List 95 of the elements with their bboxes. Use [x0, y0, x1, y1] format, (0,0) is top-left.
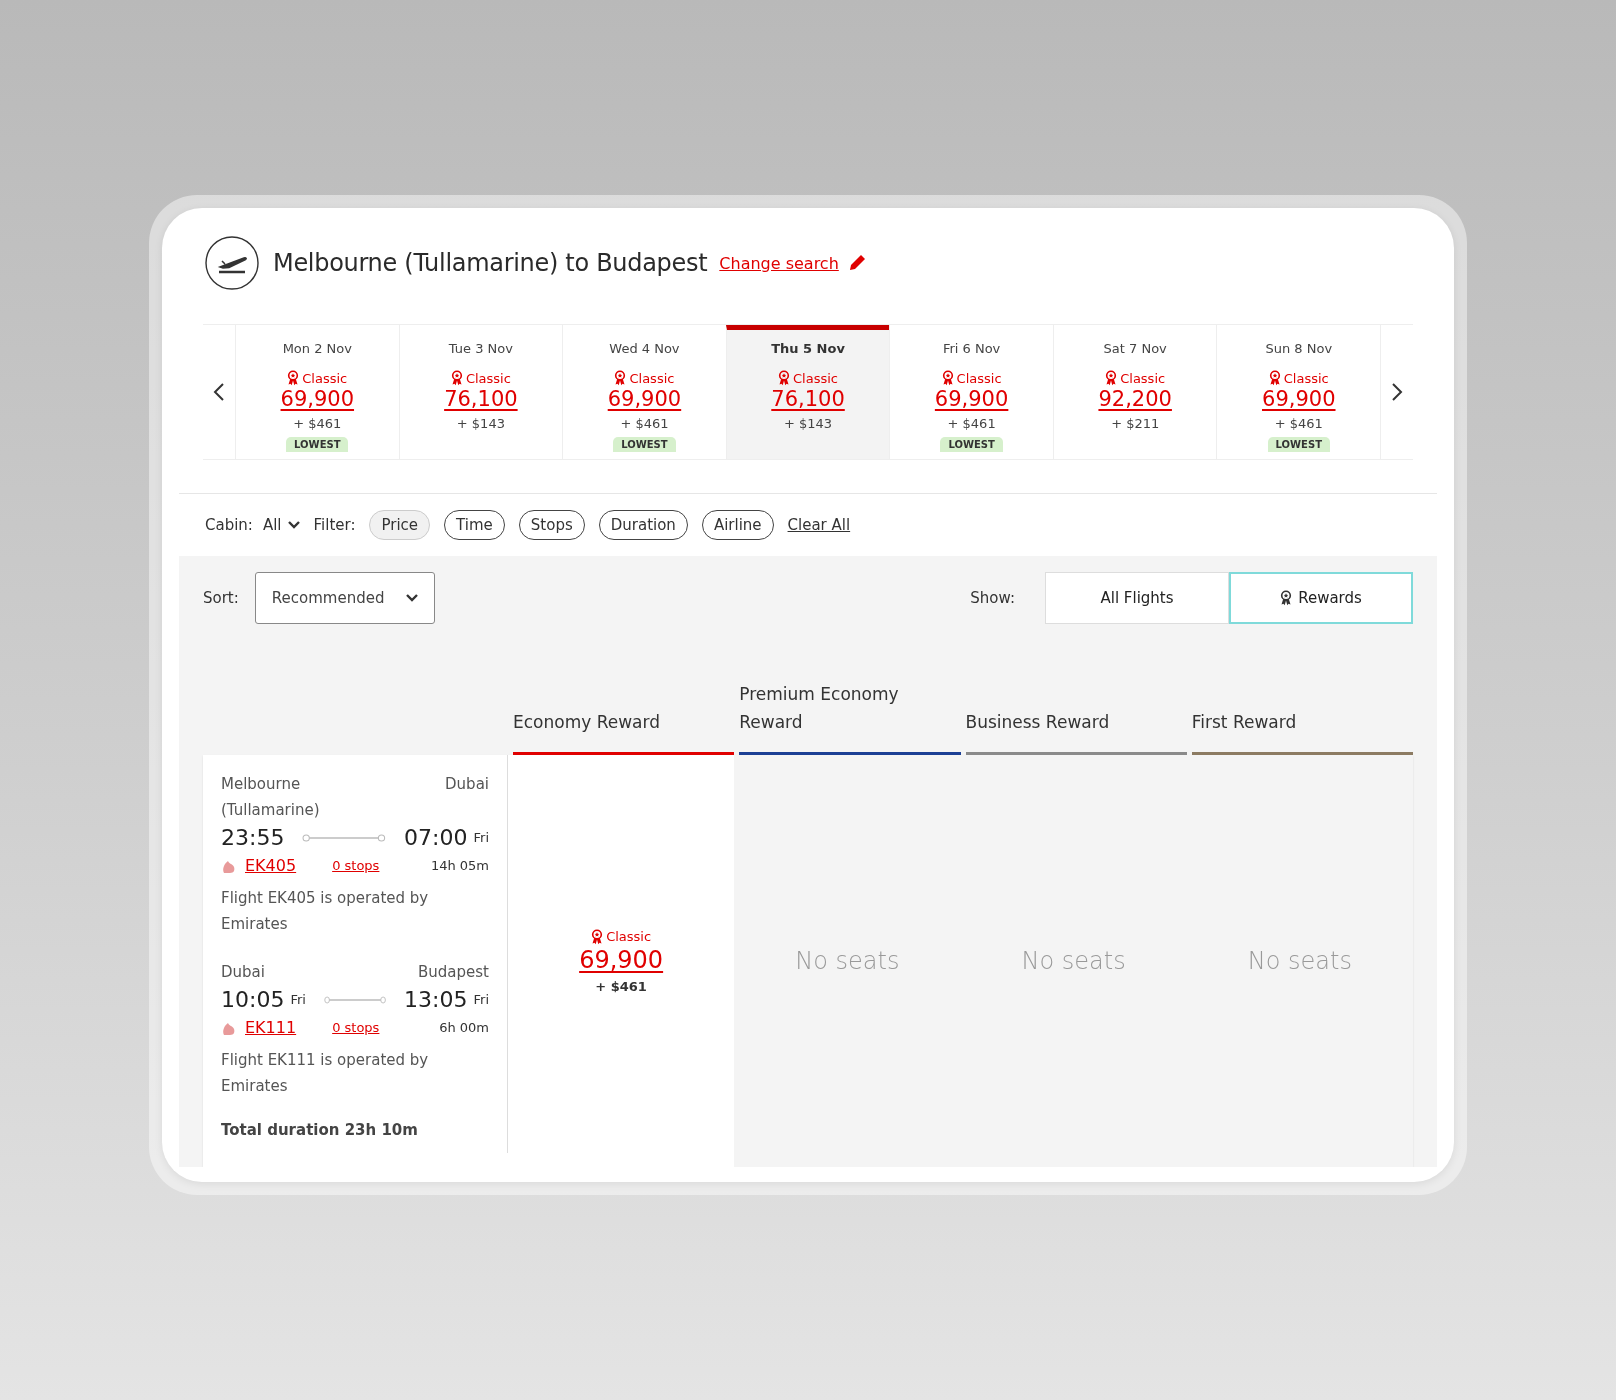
fare-type: Classic — [302, 370, 348, 386]
arrival-day: Fri — [473, 830, 489, 845]
no-seats-text: No seats — [1247, 947, 1352, 975]
fee-amount: + $211 — [1111, 416, 1160, 431]
filter-chip[interactable]: Price — [369, 510, 431, 540]
date-label: Wed 4 Nov — [609, 341, 680, 356]
flight-number-link[interactable]: EK405 — [245, 856, 297, 875]
points-price: 76,100 — [771, 387, 845, 411]
filter-chip[interactable]: Time — [444, 510, 505, 540]
date-tab[interactable]: Wed 4 Nov Classic 69,900 + $461 LOWEST — [562, 325, 726, 459]
fee-amount: + $143 — [783, 416, 833, 431]
date-label: Sun 8 Nov — [1265, 341, 1333, 356]
flight-duration: 14h 05m — [430, 858, 489, 873]
award-ribbon-icon — [941, 370, 954, 386]
fare-type: Classic — [956, 370, 1002, 386]
fee-amount: + $461 — [293, 416, 342, 431]
operator-note: Flight EK405 is operated by Emirates — [221, 888, 430, 935]
destination-city: Budapest — [418, 963, 489, 981]
operator-note: Flight EK111 is operated by Emirates — [221, 1050, 430, 1097]
lowest-badge: LOWEST — [1267, 437, 1330, 452]
origin-city: Dubai — [221, 962, 265, 983]
fare-type: Classic — [793, 370, 838, 386]
arrival-time: 13:05 — [404, 987, 468, 1012]
route-title: Melbourne (Tullamarine) to Budapest — [273, 249, 708, 277]
sort-label: Sort: — [203, 589, 239, 607]
fare-type: Classic — [1283, 370, 1329, 386]
date-label: Tue 3 Nov — [448, 341, 513, 356]
fee-amount: + $461 — [1274, 416, 1323, 431]
points-price: 69,900 — [934, 387, 1009, 411]
clear-all-link[interactable]: Clear All — [787, 516, 851, 534]
lowest-badge: LOWEST — [940, 437, 1003, 452]
no-seats-text: No seats — [795, 947, 900, 975]
date-tab[interactable]: Sat 7 Nov Classic 92,200 + $211 — [1052, 325, 1217, 459]
date-tab[interactable]: Mon 2 Nov Classic 69,900 + $461 LOWEST — [235, 325, 399, 459]
chevron-down-icon — [406, 594, 419, 602]
show-label: Show: — [970, 589, 1015, 607]
date-label: Mon 2 Nov — [282, 341, 352, 356]
award-ribbon-icon — [614, 370, 627, 386]
award-ribbon-icon — [450, 370, 463, 386]
date-tab[interactable]: Tue 3 Nov Classic 76,100 + $143 — [398, 325, 563, 459]
departure-day: Fri — [290, 992, 306, 1007]
stops-link[interactable]: 0 stops — [332, 1020, 380, 1035]
no-seats-text: No seats — [1021, 947, 1126, 975]
flight-duration: 6h 00m — [439, 1020, 489, 1035]
points-price: 76,100 — [444, 387, 518, 411]
route-line-icon — [302, 832, 387, 843]
departure-time: 10:05 — [221, 987, 285, 1012]
destination-city: Dubai — [445, 775, 489, 793]
cabin-dropdown[interactable]: All — [262, 516, 300, 534]
points-price: 69,900 — [607, 387, 682, 411]
points-price: 69,900 — [280, 387, 355, 411]
lowest-badge: LOWEST — [286, 437, 349, 452]
fare-type: Classic — [1120, 370, 1166, 386]
date-label: Thu 5 Nov — [771, 341, 845, 356]
show-toggle-option[interactable]: Rewards — [1229, 572, 1413, 624]
fee-amount: + $461 — [620, 416, 669, 431]
cabin-label: Cabin: — [205, 516, 253, 534]
date-label: Sat 7 Nov — [1103, 341, 1167, 356]
origin-city: Melbourne (Tullamarine) — [221, 774, 321, 821]
change-search-link[interactable]: Change search — [719, 253, 839, 273]
total-duration: Total duration 23h 10m — [221, 1121, 419, 1139]
award-ribbon-icon — [1280, 590, 1293, 606]
date-tab[interactable]: Fri 6 Nov Classic 69,900 + $461 LOWEST — [889, 325, 1053, 459]
date-tab[interactable]: Sun 8 Nov Classic 69,900 + $461 LOWEST — [1216, 325, 1381, 459]
filter-chip[interactable]: Airline — [701, 510, 774, 540]
fee-amount: + $143 — [456, 416, 505, 431]
award-ribbon-icon — [287, 370, 300, 386]
departure-time: 23:55 — [221, 825, 285, 850]
fare-type: Classic — [465, 370, 511, 386]
fee-amount: + $461 — [595, 978, 647, 994]
route-line-icon — [323, 994, 387, 1005]
date-label: Fri 6 Nov — [942, 341, 1001, 356]
award-ribbon-icon — [1268, 370, 1281, 386]
points-price: 92,200 — [1098, 387, 1172, 411]
arrival-time: 07:00 — [404, 825, 468, 850]
award-ribbon-icon — [778, 370, 791, 386]
plane-takeoff-icon — [205, 236, 259, 290]
filter-label: Filter: — [313, 516, 356, 534]
award-ribbon-icon — [1105, 370, 1118, 386]
chevron-down-icon — [287, 521, 300, 529]
points-price-link[interactable]: 69,900 — [579, 945, 664, 974]
lowest-badge: LOWEST — [613, 437, 676, 452]
arrival-day: Fri — [473, 992, 489, 1007]
sort-dropdown[interactable]: Recommended — [254, 572, 436, 624]
flight-number-link[interactable]: EK111 — [245, 1018, 297, 1037]
fare-type: Classic — [629, 370, 675, 386]
fee-amount: + $461 — [947, 416, 996, 431]
show-toggle-option[interactable]: All Flights — [1045, 572, 1229, 624]
filter-chip[interactable]: Duration — [598, 510, 688, 540]
award-ribbon-icon — [591, 928, 604, 945]
stops-link[interactable]: 0 stops — [332, 858, 380, 873]
fare-type: Classic — [606, 929, 652, 944]
filter-chip[interactable]: Stops — [518, 510, 585, 540]
date-tab[interactable]: Thu 5 Nov Classic 76,100 + $143 — [725, 325, 890, 459]
points-price: 69,900 — [1262, 387, 1336, 411]
